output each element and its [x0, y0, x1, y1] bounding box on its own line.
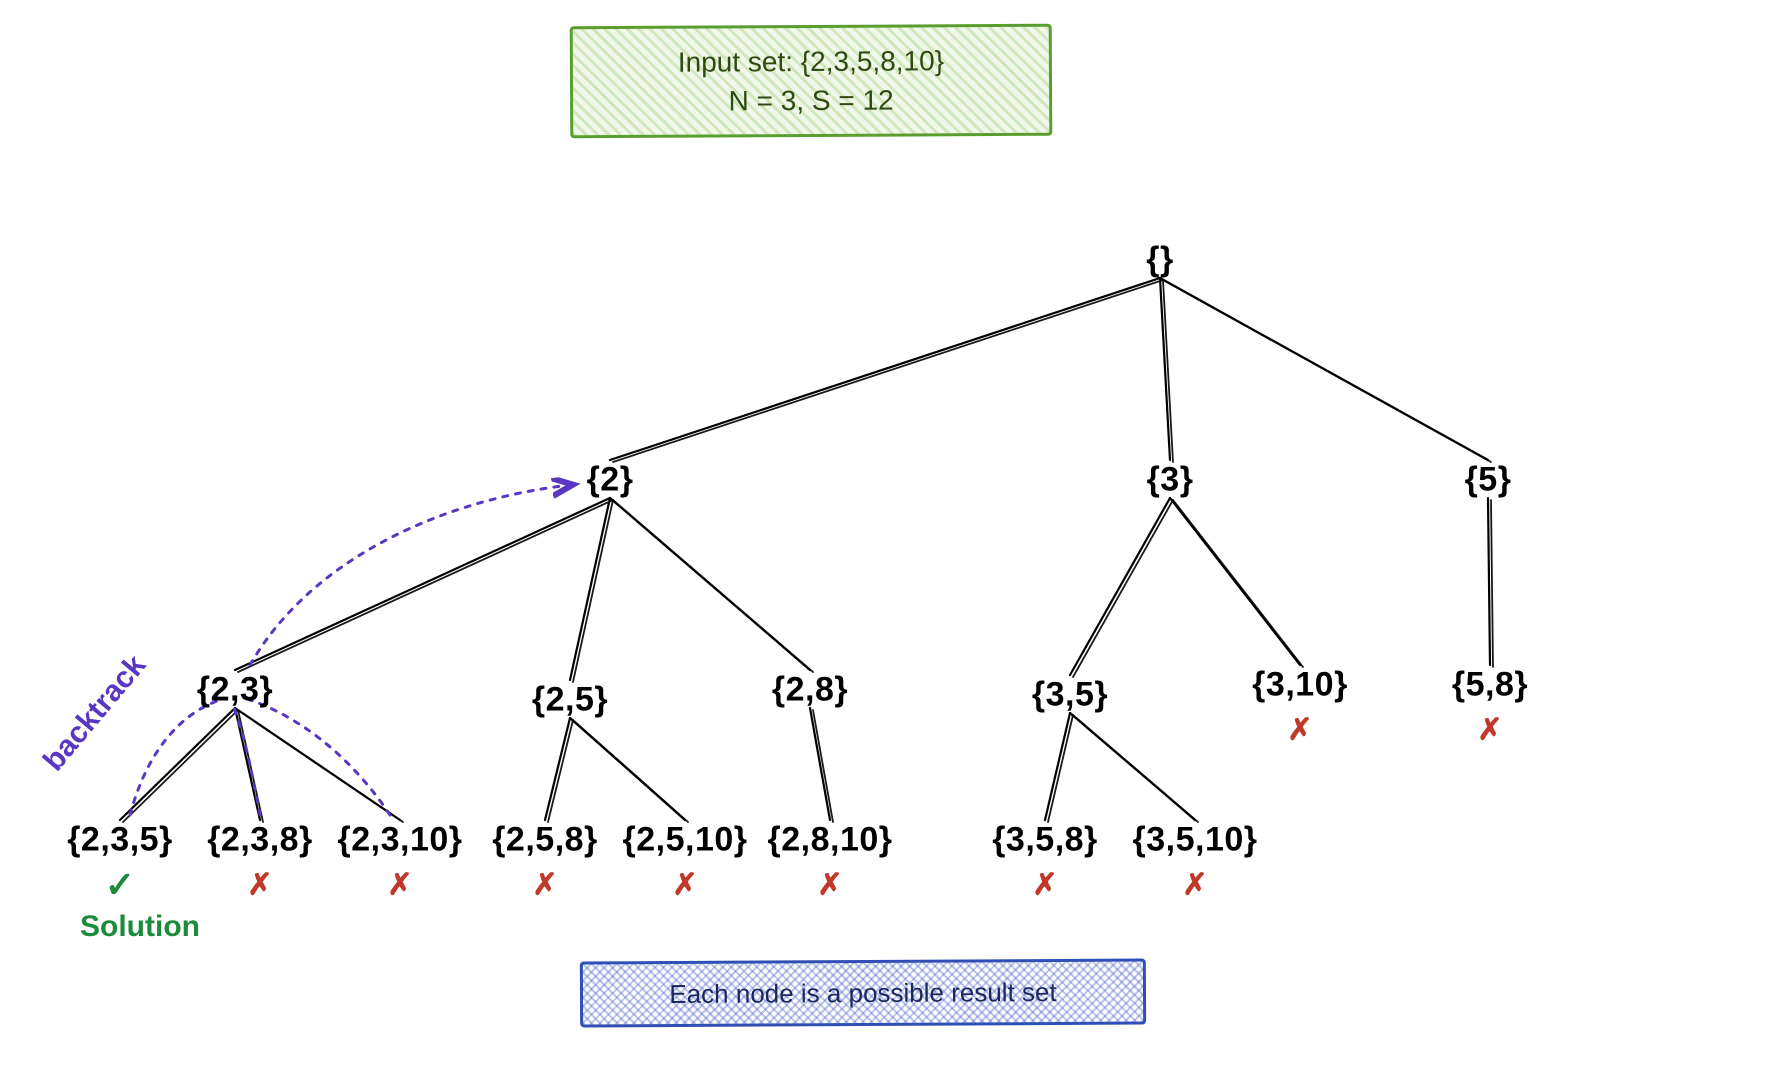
tree-node: {3,5,10}: [1133, 821, 1258, 860]
tree-node: {2,5,10}: [623, 821, 748, 860]
tree-node: {2,3}: [197, 671, 273, 710]
tree-node: {2,3,5}: [67, 821, 173, 860]
tree-node: {}: [1146, 241, 1173, 280]
tree-node: {2}: [587, 461, 634, 500]
tree-node: {3,5,8}: [992, 821, 1098, 860]
tree-node: {3}: [1147, 461, 1194, 500]
diagram-stage: Input set: {2,3,5,8,10} N = 3, S = 12 {}…: [0, 0, 1787, 1069]
input-line-2: N = 3, S = 12: [601, 80, 1021, 121]
tree-node: {2,3,8}: [207, 821, 313, 860]
backtrack-label: backtrack: [37, 649, 153, 778]
solution-label: Solution: [80, 910, 200, 944]
edge-layer: [0, 0, 1787, 1069]
tree-node: {5,8}: [1452, 666, 1528, 705]
x-icon: ✗: [672, 868, 697, 903]
x-icon: ✗: [1477, 713, 1502, 748]
check-icon: ✓: [105, 864, 135, 906]
footer-box: Each node is a possible result set: [580, 959, 1146, 1028]
tree-node: {3,10}: [1252, 666, 1348, 705]
x-icon: ✗: [1032, 868, 1057, 903]
x-icon: ✗: [387, 868, 412, 903]
x-icon: ✗: [817, 868, 842, 903]
tree-node: {2,3,10}: [338, 821, 463, 860]
input-box: Input set: {2,3,5,8,10} N = 3, S = 12: [570, 24, 1053, 139]
tree-node: {5}: [1465, 461, 1512, 500]
x-icon: ✗: [1287, 713, 1312, 748]
tree-node: {3,5}: [1032, 676, 1108, 715]
x-icon: ✗: [1182, 868, 1207, 903]
tree-node: {2,8}: [772, 671, 848, 710]
x-icon: ✗: [247, 868, 272, 903]
tree-node: {2,8,10}: [768, 821, 893, 860]
input-line-1: Input set: {2,3,5,8,10}: [601, 41, 1021, 82]
tree-node: {2,5,8}: [492, 821, 598, 860]
tree-node: {2,5}: [532, 681, 608, 720]
x-icon: ✗: [532, 868, 557, 903]
